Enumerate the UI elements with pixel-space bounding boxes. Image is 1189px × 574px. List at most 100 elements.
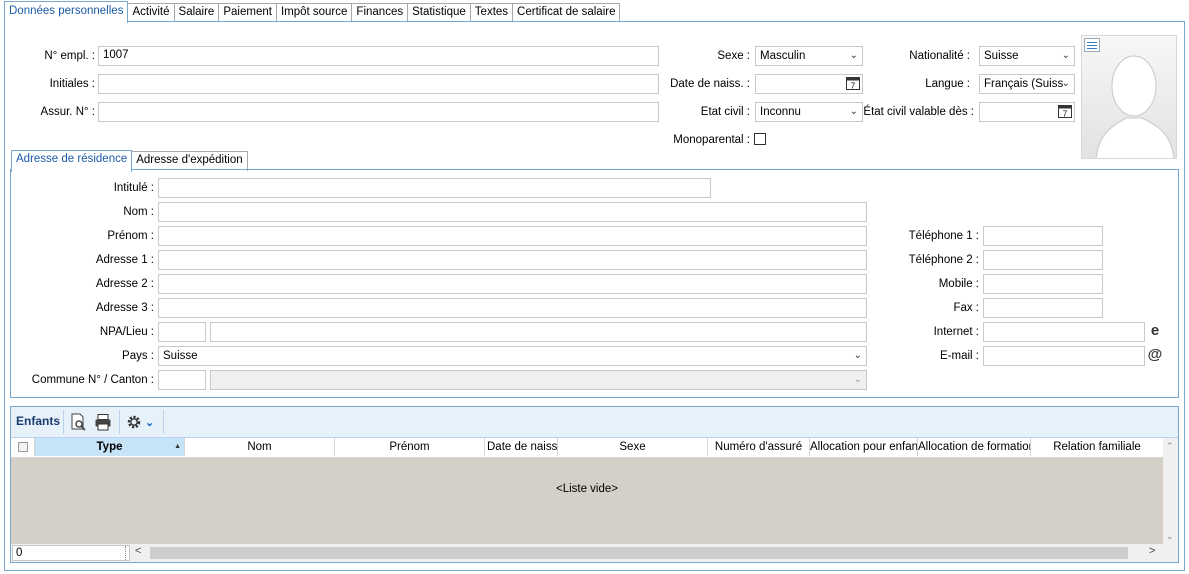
adresse2-input[interactable]	[158, 274, 867, 294]
adresse2-label: Adresse 2 :	[95, 278, 154, 290]
select-all-cell	[11, 438, 35, 456]
preview-icon[interactable]	[69, 413, 87, 431]
lieu-input[interactable]	[210, 322, 867, 342]
commune-canton-label: Commune N° / Canton :	[31, 374, 154, 386]
column-header-date-naissance[interactable]: Date de naissa	[485, 438, 558, 456]
tab-adresse-residence[interactable]: Adresse de résidence	[11, 150, 133, 172]
birth-label: Date de naiss. :	[670, 78, 750, 90]
adresse3-label: Adresse 3 :	[95, 302, 154, 314]
gear-icon[interactable]	[125, 413, 143, 431]
civil-valid-label: État civil valable dès :	[863, 106, 974, 118]
language-select[interactable]: Français (Suiss ⌄	[979, 74, 1075, 94]
commune-input[interactable]	[158, 370, 206, 390]
language-label: Langue :	[925, 78, 970, 90]
print-icon[interactable]	[94, 413, 112, 431]
svg-text:7: 7	[851, 82, 856, 91]
tab-textes[interactable]: Textes	[469, 3, 514, 22]
tab-statistique[interactable]: Statistique	[407, 3, 471, 22]
adresse3-input[interactable]	[158, 298, 867, 318]
fax-input[interactable]	[983, 298, 1103, 318]
tab-adresse-expedition[interactable]: Adresse d'expédition	[131, 151, 248, 171]
monoparental-checkbox[interactable]	[754, 133, 766, 145]
chevron-down-icon[interactable]: ⌄	[145, 416, 154, 429]
children-footer: 0 < >	[11, 544, 1178, 562]
chevron-down-icon: ⌄	[1061, 78, 1070, 89]
tab-impot-source[interactable]: Impôt source	[275, 3, 353, 22]
tab-donnees-personnelles[interactable]: Données personnelles	[4, 1, 129, 23]
tab-finances[interactable]: Finances	[351, 3, 409, 22]
children-panel: Enfants ⌄ Type ▲ Nom Prénom Date de nais…	[10, 406, 1179, 563]
scroll-left-icon[interactable]: <	[135, 545, 141, 557]
empty-list-text: <Liste vide>	[555, 483, 618, 495]
telephone2-label: Téléphone 2 :	[908, 254, 979, 266]
canton-select[interactable]: ⌄	[210, 370, 867, 390]
pays-value: Suisse	[163, 350, 198, 362]
children-list-body: <Liste vide>	[11, 458, 1163, 544]
column-header-allocation-formation[interactable]: Allocation de formation	[918, 438, 1031, 456]
sexe-label: Sexe :	[717, 50, 750, 62]
calendar-icon[interactable]: 7	[846, 76, 860, 90]
scroll-up-icon[interactable]: ⌃	[1166, 441, 1174, 452]
mobile-label: Mobile :	[938, 278, 979, 290]
column-header-nom[interactable]: Nom	[185, 438, 335, 456]
email-at-icon[interactable]: @	[1147, 346, 1163, 364]
calendar-icon[interactable]: 7	[1058, 104, 1072, 118]
photo-menu-icon[interactable]	[1084, 38, 1100, 52]
tab-activite[interactable]: Activité	[127, 3, 175, 22]
civil-value: Inconnu	[760, 106, 801, 118]
internet-input[interactable]	[983, 322, 1145, 342]
adresse1-input[interactable]	[158, 250, 867, 270]
tab-paiement[interactable]: Paiement	[218, 3, 277, 22]
sexe-select[interactable]: Masculin ⌄	[755, 46, 863, 66]
npa-input[interactable]	[158, 322, 206, 342]
address-tabs: Adresse de résidence Adresse d'expéditio…	[11, 150, 248, 172]
civil-label: Etat civil :	[700, 106, 750, 118]
scroll-right-icon[interactable]: >	[1149, 545, 1155, 557]
language-value: Français (Suiss	[984, 78, 1064, 90]
employee-photo[interactable]	[1081, 35, 1177, 159]
column-header-prenom[interactable]: Prénom	[335, 438, 485, 456]
nom-label: Nom :	[123, 206, 154, 218]
chevron-down-icon: ⌄	[849, 50, 858, 61]
column-header-type[interactable]: Type ▲	[35, 438, 185, 456]
resize-grip-icon[interactable]	[125, 546, 130, 560]
nationality-select[interactable]: Suisse ⌄	[979, 46, 1075, 66]
tab-salaire[interactable]: Salaire	[173, 3, 220, 22]
select-all-checkbox[interactable]	[18, 442, 28, 452]
email-input[interactable]	[983, 346, 1145, 366]
insurance-input[interactable]	[98, 102, 659, 122]
prenom-input[interactable]	[158, 226, 867, 246]
telephone2-input[interactable]	[983, 250, 1103, 270]
npa-lieu-label: NPA/Lieu :	[99, 326, 154, 338]
column-header-label: Type	[96, 441, 123, 453]
sexe-value: Masculin	[760, 50, 806, 62]
tab-certificat-salaire[interactable]: Certificat de salaire	[512, 3, 621, 22]
vertical-scrollbar[interactable]: ⌃ ⌄	[1163, 438, 1178, 544]
nom-input[interactable]	[158, 202, 867, 222]
chevron-down-icon: ⌄	[849, 106, 858, 117]
column-header-sexe[interactable]: Sexe	[558, 438, 708, 456]
telephone1-label: Téléphone 1 :	[908, 230, 979, 242]
column-header-allocation-enfant[interactable]: Allocation pour enfant	[810, 438, 918, 456]
main-tabs: Données personnelles Activité Salaire Pa…	[4, 1, 621, 23]
column-header-relation-familiale[interactable]: Relation familiale	[1031, 438, 1163, 456]
insurance-label: Assur. N° :	[40, 106, 95, 118]
email-label: E-mail :	[940, 350, 979, 362]
nationality-value: Suisse	[984, 50, 1019, 62]
horizontal-scroll-thumb[interactable]	[150, 547, 1128, 559]
chevron-down-icon: ⌄	[853, 374, 862, 385]
chevron-down-icon: ⌄	[853, 350, 862, 361]
telephone1-input[interactable]	[983, 226, 1103, 246]
initials-label: Initiales :	[49, 78, 95, 90]
svg-text:7: 7	[1063, 110, 1068, 119]
intitule-input[interactable]	[158, 178, 711, 198]
column-header-numero-assure[interactable]: Numéro d'assuré	[708, 438, 810, 456]
initials-input[interactable]	[98, 74, 659, 94]
adresse1-label: Adresse 1 :	[95, 254, 154, 266]
scroll-down-icon[interactable]: ⌄	[1166, 531, 1174, 542]
browser-icon[interactable]: e	[1147, 322, 1163, 340]
mobile-input[interactable]	[983, 274, 1103, 294]
pays-select[interactable]: Suisse ⌄	[158, 346, 867, 366]
emp-no-input[interactable]: 1007	[98, 46, 659, 66]
civil-select[interactable]: Inconnu ⌄	[755, 102, 863, 122]
